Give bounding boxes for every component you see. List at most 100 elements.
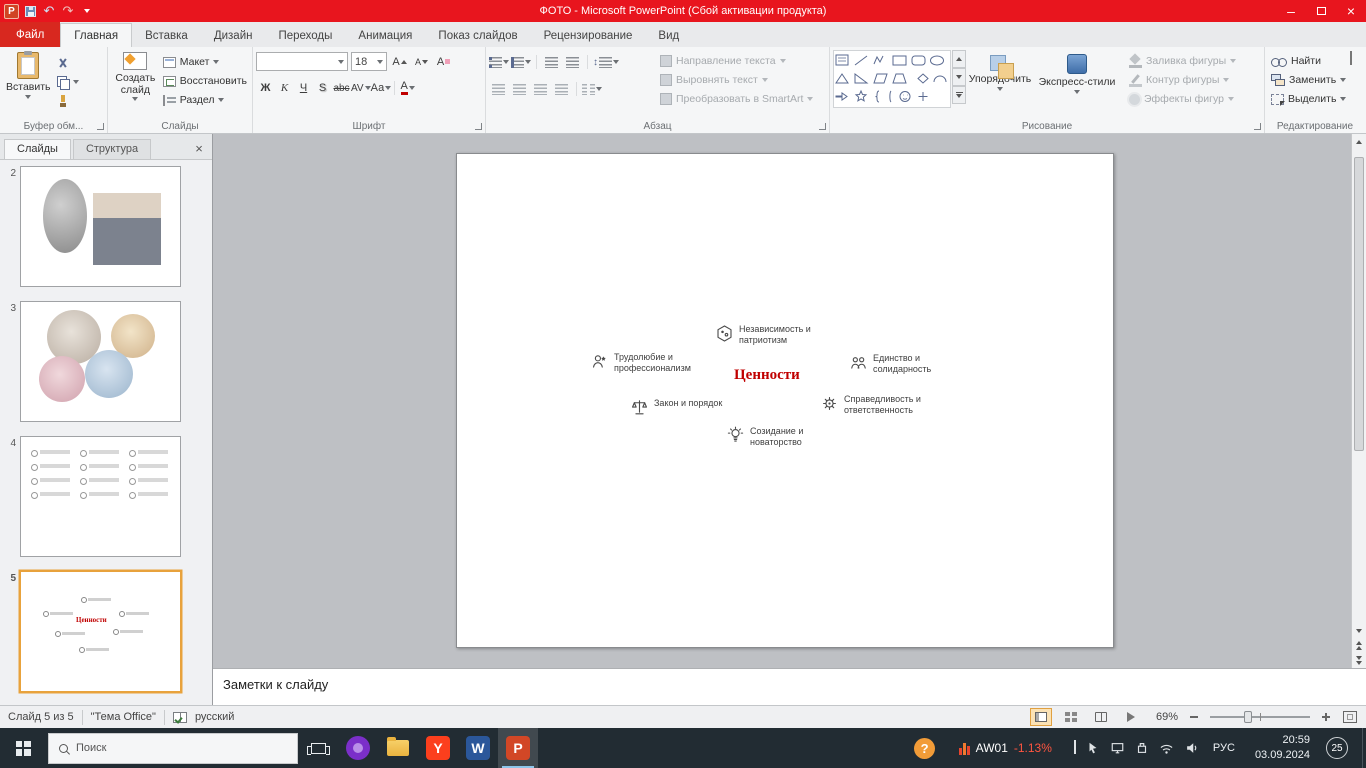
zoom-slider-thumb[interactable] [1244,711,1252,723]
tab-file[interactable]: Файл [0,22,61,47]
align-text-button[interactable]: Выровнять текст [657,71,816,89]
redo-button[interactable]: ↷ [60,3,76,19]
bullets-button[interactable] [489,53,509,71]
slide-thumbnail-2[interactable] [20,166,181,287]
tab-slides-panel[interactable]: Слайды [4,139,71,159]
scroll-down-button[interactable] [1352,623,1366,638]
shapes-more-button[interactable] [952,86,966,104]
taskbar-clock[interactable]: 20:59 03.09.2024 [1249,733,1316,763]
grow-font-button[interactable]: А [390,53,409,71]
convert-smartart-button[interactable]: Преобразовать в SmartArt [657,90,816,108]
italic-button[interactable]: К [275,79,294,97]
shapes-gallery-row-2[interactable] [835,70,949,87]
taskbar-search[interactable]: Поиск [48,732,298,764]
find-button[interactable]: Найти [1268,52,1363,70]
minimize-button[interactable]: – [1276,0,1306,22]
shape-outline-button[interactable]: Контур фигуры [1126,71,1239,89]
quick-styles-button[interactable]: Экспресс-стили [1034,50,1120,108]
text-direction-button[interactable]: Направление текста [657,52,816,70]
replace-button[interactable]: Заменить [1268,71,1363,89]
tab-home[interactable]: Главная [60,23,133,47]
zoom-level[interactable]: 69% [1150,711,1178,723]
shapes-gallery-row-1[interactable] [835,52,949,69]
tray-wifi-icon[interactable] [1159,742,1174,755]
taskbar-powerpoint-active[interactable]: P [498,728,538,768]
tab-transitions[interactable]: Переходы [265,25,345,47]
tab-review[interactable]: Рецензирование [531,25,646,47]
columns-button[interactable] [582,80,602,98]
new-slide-button[interactable]: Создать слайд [111,50,160,109]
tab-insert[interactable]: Вставка [132,25,201,47]
text-shadow-button[interactable]: S [313,79,332,97]
align-left-button[interactable] [489,80,508,98]
paragraph-dialog-launcher[interactable] [819,123,826,130]
zoom-in-button[interactable] [1318,709,1334,725]
copy-button[interactable] [54,73,82,91]
clipboard-dialog-launcher[interactable] [97,123,104,130]
font-color-button[interactable]: А [398,79,417,97]
collapse-ribbon-button[interactable] [1350,51,1358,65]
hidden-icons-chevron[interactable] [1073,740,1076,754]
spellcheck-icon[interactable] [172,711,187,723]
shape-fill-button[interactable]: Заливка фигуры [1126,52,1239,70]
taskbar-yandex-browser[interactable]: Y [418,728,458,768]
underline-button[interactable]: Ч [294,79,313,97]
maximize-button[interactable] [1306,0,1336,22]
scrollbar-track[interactable] [1352,149,1366,623]
slide-thumbnail-4[interactable] [20,436,181,557]
font-family-combo[interactable] [256,52,348,71]
bold-button[interactable]: Ж [256,79,275,97]
notification-badge[interactable]: 25 [1326,737,1348,759]
close-slides-panel-button[interactable]: × [190,139,208,157]
qat-customize-dropdown[interactable] [79,3,95,19]
layout-button[interactable]: Макет [160,53,250,71]
shape-effects-button[interactable]: Эффекты фигур [1126,90,1239,108]
clear-formatting-button[interactable]: А [434,53,453,71]
cut-button[interactable] [54,54,82,72]
slide-editing-area[interactable]: Независимость и патриотизм Трудолюбие и … [456,153,1114,648]
slide-value-item[interactable]: Созидание и новаторство [726,426,832,448]
drawing-dialog-launcher[interactable] [1254,123,1261,130]
language-switcher[interactable]: РУС [1209,742,1239,754]
align-right-button[interactable] [531,80,550,98]
stock-ticker[interactable]: AW01 -1.13% [958,741,1052,755]
view-reading-button[interactable] [1090,708,1112,726]
line-spacing-button[interactable]: ↕ [593,53,619,71]
shapes-scroll-down-button[interactable] [952,68,966,86]
close-button[interactable]: × [1336,0,1366,22]
language-indicator[interactable]: русский [195,711,234,723]
taskbar-word[interactable]: W [458,728,498,768]
align-center-button[interactable] [510,80,529,98]
shrink-font-button[interactable]: А [412,53,431,71]
slide-value-item[interactable]: Справедливость и ответственность [820,394,944,416]
fit-to-window-button[interactable] [1342,709,1358,725]
slide-value-item[interactable]: Закон и порядок [630,398,752,417]
scrollbar-thumb[interactable] [1354,157,1364,451]
select-button[interactable]: Выделить [1268,90,1363,108]
slide-center-title[interactable]: Ценности [734,367,800,384]
slide-value-item[interactable]: Единство и солидарность [849,353,955,375]
start-button[interactable] [0,728,46,768]
tab-animations[interactable]: Анимация [345,25,425,47]
view-normal-button[interactable] [1030,708,1052,726]
shapes-gallery-row-3[interactable] [835,88,949,105]
increase-indent-button[interactable] [563,53,582,71]
tray-cursor-icon[interactable] [1086,741,1100,755]
font-size-combo[interactable]: 18 [351,52,387,71]
font-dialog-launcher[interactable] [475,123,482,130]
paste-button[interactable]: Вставить [3,50,54,110]
tab-view[interactable]: Вид [645,25,692,47]
character-spacing-button[interactable]: AV [351,79,371,97]
reset-button[interactable]: Восстановить [160,72,250,90]
slide-value-item[interactable]: Трудолюбие и профессионализм [590,352,712,374]
view-slideshow-button[interactable] [1120,708,1142,726]
undo-button[interactable]: ↶ [41,3,57,19]
view-sorter-button[interactable] [1060,708,1082,726]
shapes-scroll-up-button[interactable] [952,50,966,68]
slide-thumbnail-3[interactable] [20,301,181,422]
tray-usb-icon[interactable] [1135,741,1149,755]
format-painter-button[interactable] [54,92,82,110]
section-button[interactable]: Раздел [160,91,250,109]
taskbar-help-app[interactable]: ? [905,728,945,768]
numbering-button[interactable] [511,53,531,71]
